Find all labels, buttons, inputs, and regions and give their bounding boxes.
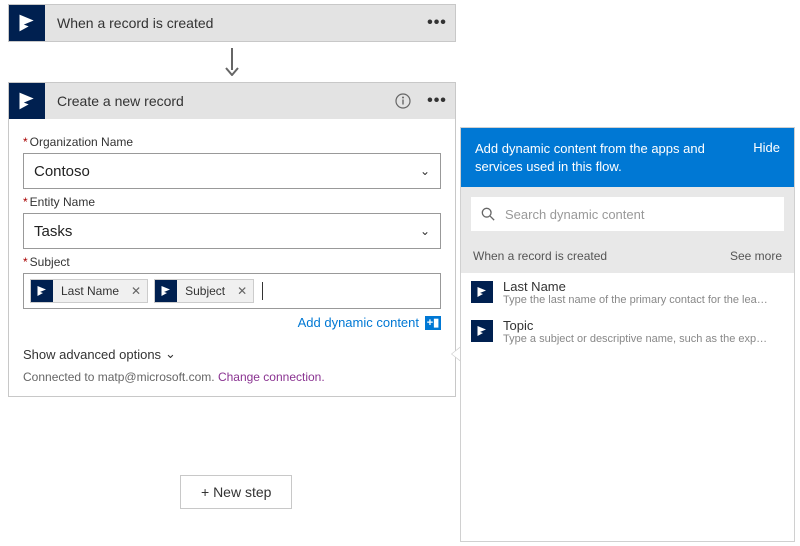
info-icon[interactable] [387,93,419,109]
token-label: Last Name [53,284,125,298]
subject-input[interactable]: Last Name ✕ Subject ✕ [23,273,441,309]
action-title: Create a new record [45,93,387,109]
dynamic-item[interactable]: Last Name Type the last name of the prim… [461,273,794,312]
show-advanced-toggle[interactable]: Show advanced options ⌄ [23,346,455,362]
dynamic-item-desc: Type a subject or descriptive name, such… [503,333,773,345]
text-caret [262,282,263,300]
search-placeholder: Search dynamic content [505,207,644,222]
connection-info: Connected to matp@microsoft.com. Change … [23,370,455,384]
dynamic-section-title: When a record is created [473,249,607,263]
more-icon[interactable]: ••• [419,92,455,110]
dynamic-token[interactable]: Last Name ✕ [30,279,148,303]
dynamic-item[interactable]: Topic Type a subject or descriptive name… [461,312,794,351]
token-remove-icon[interactable]: ✕ [231,284,253,298]
dynamics-icon [31,280,53,302]
dynamic-banner-text: Add dynamic content from the apps and se… [475,140,735,175]
dynamics-icon [471,281,493,303]
change-connection-link[interactable]: Change connection. [218,370,325,384]
action-card: Create a new record ••• *Organization Na… [8,82,456,397]
dynamic-fx-icon[interactable]: +▮ [425,316,441,330]
trigger-title: When a record is created [45,15,419,31]
chevron-down-icon: ⌄ [420,164,430,178]
more-icon[interactable]: ••• [419,14,455,32]
trigger-card[interactable]: When a record is created ••• [8,4,456,42]
dynamic-item-title: Topic [503,318,773,333]
org-label: *Organization Name [23,135,441,149]
chevron-down-icon: ⌄ [165,346,176,362]
org-value: Contoso [34,163,90,180]
see-more-link[interactable]: See more [730,249,782,263]
hide-panel-link[interactable]: Hide [753,140,780,155]
dynamic-search-input[interactable]: Search dynamic content [471,197,784,231]
new-step-button[interactable]: + New step [180,475,292,509]
dynamics-icon [471,320,493,342]
search-icon [481,207,495,221]
org-select[interactable]: Contoso ⌄ [23,153,441,189]
dynamics-icon [9,5,45,41]
add-dynamic-link[interactable]: Add dynamic content [298,315,419,330]
token-remove-icon[interactable]: ✕ [125,284,147,298]
connector-arrow [8,42,456,82]
dynamic-item-desc: Type the last name of the primary contac… [503,294,773,306]
dynamics-icon [155,280,177,302]
dynamic-item-title: Last Name [503,279,773,294]
token-label: Subject [177,284,231,298]
dynamic-content-panel: Add dynamic content from the apps and se… [460,127,795,542]
entity-value: Tasks [34,223,72,240]
entity-label: *Entity Name [23,195,441,209]
entity-select[interactable]: Tasks ⌄ [23,213,441,249]
dynamic-token[interactable]: Subject ✕ [154,279,254,303]
subject-label: *Subject [23,255,441,269]
dynamics-icon [9,83,45,119]
chevron-down-icon: ⌄ [420,224,430,238]
